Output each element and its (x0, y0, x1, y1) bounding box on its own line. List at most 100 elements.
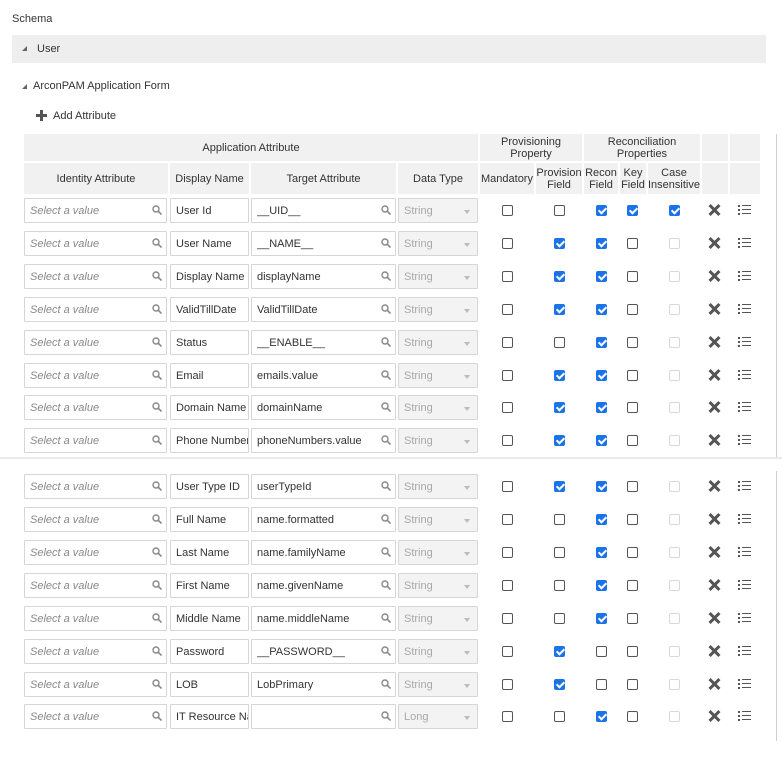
search-icon[interactable] (381, 238, 392, 249)
collapse-triangle-icon[interactable] (22, 84, 27, 89)
delete-icon[interactable] (708, 336, 720, 348)
search-icon[interactable] (381, 370, 392, 381)
search-icon[interactable] (152, 304, 163, 315)
identity-attribute-field[interactable]: Select a value (24, 264, 167, 289)
display-name-field[interactable]: User Id (170, 198, 249, 223)
search-icon[interactable] (152, 370, 163, 381)
recon-field-checkbox[interactable] (596, 711, 607, 722)
list-icon[interactable] (738, 679, 751, 690)
list-icon[interactable] (738, 481, 751, 492)
delete-icon[interactable] (708, 579, 720, 591)
identity-attribute-field[interactable]: Select a value (24, 672, 167, 697)
search-icon[interactable] (152, 337, 163, 348)
search-icon[interactable] (152, 514, 163, 525)
identity-attribute-field[interactable]: Select a value (24, 231, 167, 256)
search-icon[interactable] (152, 580, 163, 591)
search-icon[interactable] (152, 711, 163, 722)
target-attribute-field[interactable]: name.formatted (251, 507, 396, 532)
search-icon[interactable] (152, 238, 163, 249)
mandatory-checkbox[interactable] (502, 514, 513, 525)
key-field-checkbox[interactable] (627, 370, 638, 381)
search-icon[interactable] (152, 402, 163, 413)
search-icon[interactable] (381, 481, 392, 492)
identity-attribute-field[interactable]: Select a value (24, 704, 167, 729)
identity-attribute-field[interactable]: Select a value (24, 198, 167, 223)
data-type-select[interactable]: String (398, 363, 478, 388)
data-type-select[interactable]: String (398, 395, 478, 420)
identity-attribute-field[interactable]: Select a value (24, 639, 167, 664)
search-icon[interactable] (381, 580, 392, 591)
provision-field-checkbox[interactable] (554, 711, 565, 722)
search-icon[interactable] (152, 481, 163, 492)
provision-field-checkbox[interactable] (554, 481, 565, 492)
delete-icon[interactable] (708, 401, 720, 413)
mandatory-checkbox[interactable] (502, 370, 513, 381)
data-type-select[interactable]: String (398, 198, 478, 223)
search-icon[interactable] (152, 435, 163, 446)
mandatory-checkbox[interactable] (502, 435, 513, 446)
provision-field-checkbox[interactable] (554, 547, 565, 558)
identity-attribute-field[interactable]: Select a value (24, 363, 167, 388)
recon-field-checkbox[interactable] (596, 337, 607, 348)
key-field-checkbox[interactable] (627, 481, 638, 492)
provision-field-checkbox[interactable] (554, 205, 565, 216)
provision-field-checkbox[interactable] (554, 580, 565, 591)
data-type-select[interactable]: String (398, 606, 478, 631)
provision-field-checkbox[interactable] (554, 238, 565, 249)
recon-field-checkbox[interactable] (596, 646, 607, 657)
search-icon[interactable] (152, 271, 163, 282)
search-icon[interactable] (381, 435, 392, 446)
search-icon[interactable] (381, 646, 392, 657)
search-icon[interactable] (381, 613, 392, 624)
provision-field-checkbox[interactable] (554, 679, 565, 690)
provision-field-checkbox[interactable] (554, 370, 565, 381)
key-field-checkbox[interactable] (627, 679, 638, 690)
display-name-field[interactable]: IT Resource Nar (170, 704, 249, 729)
search-icon[interactable] (381, 711, 392, 722)
mandatory-checkbox[interactable] (502, 402, 513, 413)
display-name-field[interactable]: LOB (170, 672, 249, 697)
search-icon[interactable] (381, 271, 392, 282)
identity-attribute-field[interactable]: Select a value (24, 573, 167, 598)
data-type-select[interactable]: String (398, 264, 478, 289)
display-name-field[interactable]: Status (170, 330, 249, 355)
recon-field-checkbox[interactable] (596, 580, 607, 591)
display-name-field[interactable]: ValidTillDate (170, 297, 249, 322)
provision-field-checkbox[interactable] (554, 402, 565, 413)
list-icon[interactable] (738, 304, 751, 315)
identity-attribute-field[interactable]: Select a value (24, 507, 167, 532)
key-field-checkbox[interactable] (627, 205, 638, 216)
mandatory-checkbox[interactable] (502, 304, 513, 315)
search-icon[interactable] (152, 205, 163, 216)
delete-icon[interactable] (708, 303, 720, 315)
key-field-checkbox[interactable] (627, 711, 638, 722)
target-attribute-field[interactable]: LobPrimary (251, 672, 396, 697)
provision-field-checkbox[interactable] (554, 613, 565, 624)
identity-attribute-field[interactable]: Select a value (24, 330, 167, 355)
display-name-field[interactable]: Full Name (170, 507, 249, 532)
search-icon[interactable] (152, 646, 163, 657)
search-icon[interactable] (381, 679, 392, 690)
key-field-checkbox[interactable] (627, 304, 638, 315)
target-attribute-field[interactable]: phoneNumbers.value (251, 428, 396, 453)
delete-icon[interactable] (708, 678, 720, 690)
provision-field-checkbox[interactable] (554, 646, 565, 657)
key-field-checkbox[interactable] (627, 271, 638, 282)
delete-icon[interactable] (708, 645, 720, 657)
recon-field-checkbox[interactable] (596, 304, 607, 315)
delete-icon[interactable] (708, 237, 720, 249)
target-attribute-field[interactable]: domainName (251, 395, 396, 420)
recon-field-checkbox[interactable] (596, 238, 607, 249)
data-type-select[interactable]: String (398, 474, 478, 499)
search-icon[interactable] (381, 337, 392, 348)
display-name-field[interactable]: User Type ID (170, 474, 249, 499)
target-attribute-field[interactable]: name.givenName (251, 573, 396, 598)
delete-icon[interactable] (708, 480, 720, 492)
recon-field-checkbox[interactable] (596, 547, 607, 558)
display-name-field[interactable]: Display Name (170, 264, 249, 289)
display-name-field[interactable]: Domain Name (170, 395, 249, 420)
identity-attribute-field[interactable]: Select a value (24, 606, 167, 631)
recon-field-checkbox[interactable] (596, 205, 607, 216)
provision-field-checkbox[interactable] (554, 271, 565, 282)
recon-field-checkbox[interactable] (596, 514, 607, 525)
